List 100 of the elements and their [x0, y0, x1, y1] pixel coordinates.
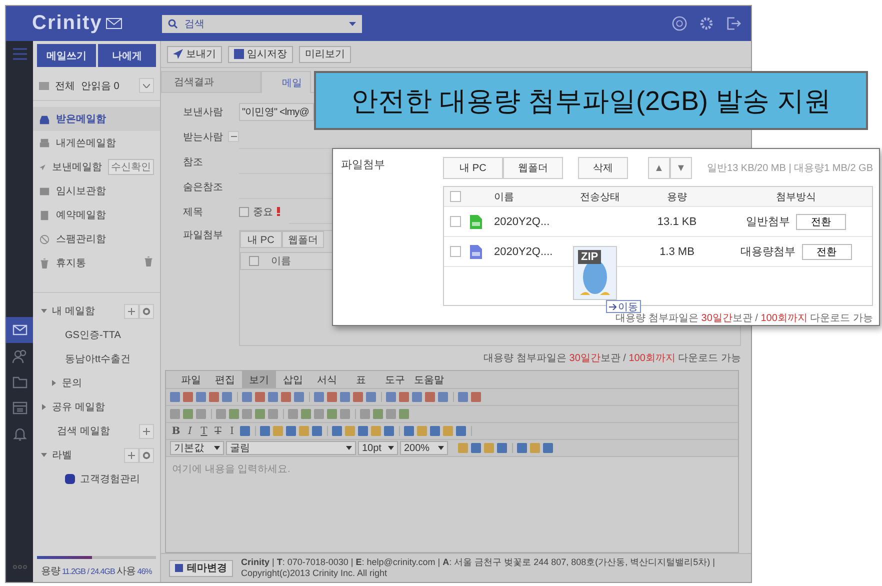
- search-icon: [168, 18, 178, 28]
- people-icon[interactable]: [12, 348, 28, 364]
- promo-banner: 안전한 대용량 첨부파일(2GB) 발송 지원: [314, 71, 868, 130]
- field-label: 참조: [183, 156, 204, 168]
- format-button[interactable]: B: [170, 426, 182, 436]
- file-icon: [469, 244, 483, 260]
- folder-label[interactable]: 고객경험관리: [80, 472, 140, 486]
- folder-item[interactable]: 받은메일함: [33, 107, 160, 131]
- editor-menu-item[interactable]: 도움말: [412, 371, 446, 388]
- editor-menu-item[interactable]: 도구: [378, 371, 412, 388]
- add-button[interactable]: [124, 448, 139, 462]
- menu-icon[interactable]: [12, 48, 26, 60]
- add-button[interactable]: [124, 304, 139, 318]
- field-label: 보낸사람: [183, 106, 224, 118]
- folder-label[interactable]: GS인증-TTA: [65, 328, 121, 342]
- format-button[interactable]: T: [212, 426, 224, 436]
- folder-item[interactable]: 보낸메일함 수신확인: [33, 155, 160, 179]
- caret-right-icon[interactable]: [51, 380, 57, 386]
- folder-item[interactable]: 임시보관함: [33, 179, 160, 203]
- select-all-checkbox[interactable]: [450, 191, 460, 202]
- compose-button[interactable]: 메일쓰기: [37, 44, 96, 67]
- compose-button[interactable]: 나에게: [98, 44, 156, 67]
- delete-button[interactable]: 삭제: [578, 157, 628, 179]
- minus-icon: [230, 136, 236, 137]
- format-button[interactable]: I: [226, 426, 238, 436]
- search-field[interactable]: 검색: [162, 14, 362, 32]
- editor-menu-item[interactable]: 편집: [208, 371, 242, 388]
- logout-icon[interactable]: [726, 16, 741, 31]
- editor-dropdown[interactable]: 200%: [400, 441, 448, 455]
- folder-item[interactable]: 휴지통: [33, 251, 160, 275]
- caret-right-icon[interactable]: [41, 404, 47, 410]
- editor-dropdown[interactable]: 기본값: [170, 441, 224, 455]
- all-mail-link[interactable]: 전체: [55, 78, 75, 92]
- field-label: 숨은참조: [183, 180, 224, 194]
- theme-button[interactable]: 테마변경: [169, 560, 233, 576]
- switch-button[interactable]: 전환: [802, 244, 852, 260]
- printer-icon: [39, 138, 50, 148]
- select-all-checkbox[interactable]: [249, 256, 259, 266]
- editor-menu-item[interactable]: 삽입: [276, 371, 310, 388]
- more-icon[interactable]: [12, 565, 26, 569]
- rail-tab[interactable]: [6, 317, 33, 343]
- caret-down-icon[interactable]: [41, 452, 47, 458]
- toolbar-button[interactable]: 임시저장: [228, 46, 293, 62]
- editor-menu-item[interactable]: 보기: [242, 371, 276, 388]
- mail-icon[interactable]: [12, 322, 28, 338]
- editor-menu-item[interactable]: 서식: [310, 371, 344, 388]
- folder-label[interactable]: 공유 메일함: [52, 400, 105, 414]
- folder-item[interactable]: 내게쓴메일함: [33, 131, 160, 155]
- attach-source-button[interactable]: 내 PC: [443, 157, 503, 179]
- settings-button[interactable]: [139, 304, 154, 318]
- sender-field[interactable]: "이민영" <lmy@: [239, 102, 314, 120]
- folder-item[interactable]: 스팸관리함: [33, 227, 160, 251]
- field-label: 받는사람: [183, 130, 223, 144]
- caret-down-icon[interactable]: [41, 308, 47, 314]
- switch-button[interactable]: 전환: [796, 214, 846, 230]
- trash-icon: [143, 256, 154, 267]
- unread-count[interactable]: 안읽음 0: [81, 78, 120, 92]
- tab[interactable]: 검색결과: [161, 71, 261, 93]
- format-button[interactable]: I: [184, 426, 196, 436]
- attach-source-button[interactable]: 내 PC: [240, 231, 282, 248]
- expand-button[interactable]: [139, 78, 154, 93]
- toolbar-button[interactable]: 보내기: [167, 46, 222, 62]
- app-logo: Crinity: [32, 12, 102, 35]
- editor-menu-item[interactable]: 표: [344, 371, 378, 388]
- read-receipt-button[interactable]: 수신확인: [108, 159, 154, 175]
- calendar-icon[interactable]: [12, 400, 28, 416]
- editor-dropdown[interactable]: 10pt: [358, 441, 398, 455]
- editor-tool-icons-drawing[interactable]: [458, 440, 556, 456]
- tab[interactable]: 메일: [261, 71, 311, 93]
- row-checkbox[interactable]: [450, 216, 460, 227]
- folder-label[interactable]: 동남아tt수출건: [65, 352, 131, 366]
- move-up-button[interactable]: ▲: [648, 157, 670, 179]
- editor-tool-icons-drawing[interactable]: [170, 389, 484, 405]
- add-button[interactable]: [139, 424, 154, 438]
- editor-tool-icons-drawing[interactable]: [170, 406, 412, 422]
- attach-source-button[interactable]: 웹폴더: [503, 157, 563, 179]
- row-checkbox[interactable]: [450, 246, 460, 257]
- important-checkbox[interactable]: [239, 206, 249, 216]
- settings-button[interactable]: [139, 448, 154, 462]
- format-button[interactable]: T: [198, 426, 210, 436]
- folder-label[interactable]: 내 메일함: [52, 304, 95, 318]
- attachment-note: 대용량 첨부파일은 30일간보관 / 100회까지 다운로드 가능: [614, 312, 873, 325]
- attach-source-button[interactable]: 웹폴더: [282, 231, 324, 248]
- folder-icon[interactable]: [12, 374, 28, 390]
- move-down-button[interactable]: ▼: [670, 157, 692, 179]
- collapse-button[interactable]: [228, 131, 239, 142]
- settings-icon[interactable]: [699, 16, 714, 31]
- bell-icon[interactable]: [12, 426, 28, 442]
- folder-label[interactable]: 라벨: [52, 448, 72, 462]
- gear-icon: [142, 306, 151, 316]
- folder-label[interactable]: 검색 메일함: [57, 424, 110, 438]
- folder-item[interactable]: 예약메일함: [33, 203, 160, 227]
- help-icon[interactable]: [672, 16, 687, 31]
- file-size: 13.1 KB: [657, 216, 697, 228]
- editor-dropdown[interactable]: 굴림: [226, 441, 356, 455]
- editor-menu-item[interactable]: 파일: [174, 371, 208, 388]
- column-header: 이름: [271, 255, 291, 268]
- folder-label[interactable]: 문의: [62, 376, 82, 390]
- toolbar-button[interactable]: 미리보기: [299, 46, 351, 62]
- plus-icon: [128, 308, 135, 314]
